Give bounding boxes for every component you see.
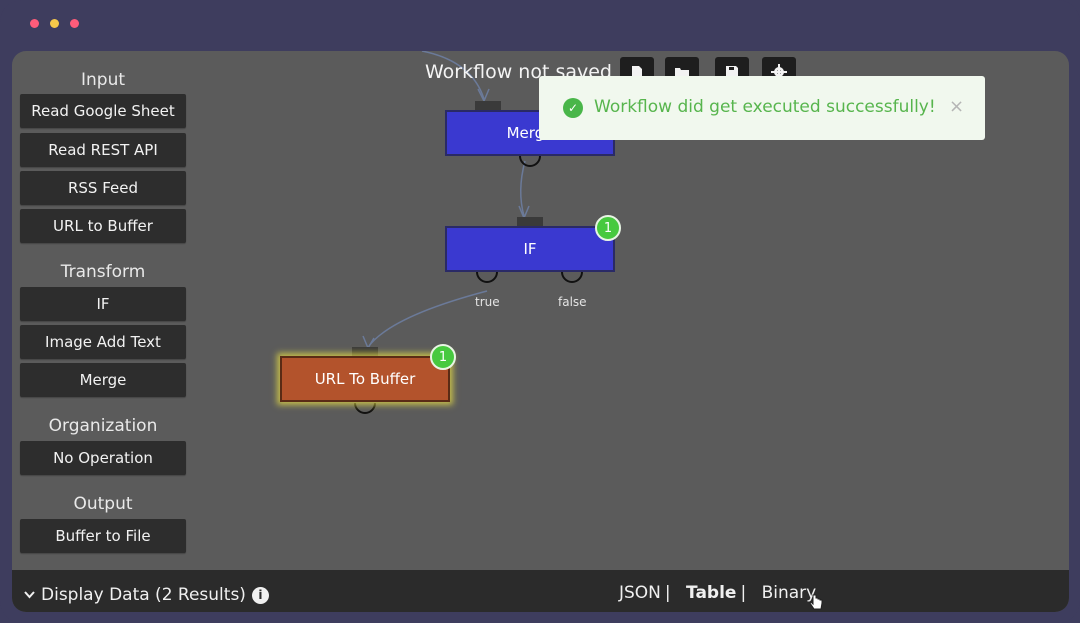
arrowhead-merge: [477, 88, 490, 103]
if-false-label: false: [558, 295, 587, 309]
maximize-window-button[interactable]: [70, 19, 79, 28]
merge-input-port[interactable]: [475, 101, 501, 110]
merge-output-handle: [519, 155, 541, 167]
url-buffer-output-handle: [354, 402, 376, 414]
palette-rss-feed[interactable]: RSS Feed: [20, 171, 186, 205]
tab-separator: |: [664, 583, 671, 603]
node-if-label: IF: [523, 240, 537, 258]
display-data-label: Display Data (2 Results): [41, 585, 246, 605]
if-input-port[interactable]: [517, 217, 543, 226]
palette-merge[interactable]: Merge: [20, 363, 186, 397]
if-true-label: true: [475, 295, 500, 309]
section-title-output: Output: [73, 494, 133, 514]
palette-image-add-text[interactable]: Image Add Text: [20, 325, 186, 359]
tab-separator: |: [740, 583, 747, 603]
edge-merge-to-if: [520, 160, 526, 217]
section-title-input: Input: [80, 70, 126, 90]
window-controls: [30, 19, 79, 28]
palette-read-rest-api[interactable]: Read REST API: [20, 133, 186, 167]
info-icon[interactable]: i: [251, 586, 269, 604]
data-view-tabs: JSON | Table | Binary: [619, 583, 816, 603]
url-buffer-input-port[interactable]: [352, 347, 378, 356]
toast-message: Workflow did get executed successfully!: [594, 97, 936, 117]
node-if-result-badge: 1: [595, 215, 621, 241]
hand-cursor-icon: [809, 594, 823, 610]
check-circle-icon: ✓: [563, 98, 583, 118]
close-icon[interactable]: ×: [949, 96, 964, 117]
app-window: Input Read Google Sheet Read REST API RS…: [0, 0, 1080, 623]
node-if[interactable]: IF: [445, 226, 615, 272]
close-window-button[interactable]: [30, 19, 39, 28]
palette-buffer-to-file[interactable]: Buffer to File: [20, 519, 186, 553]
palette-url-to-buffer[interactable]: URL to Buffer: [20, 209, 186, 243]
display-data-bar: Display Data (2 Results) i JSON | Table | …: [12, 570, 1069, 612]
section-title-organization: Organization: [48, 416, 158, 436]
minimize-window-button[interactable]: [50, 19, 59, 28]
if-false-output-handle: [561, 271, 583, 283]
workflow-editor: Input Read Google Sheet Read REST API RS…: [12, 51, 1069, 612]
node-url-to-buffer-label: URL To Buffer: [314, 370, 416, 388]
if-true-output-handle: [476, 271, 498, 283]
palette-if[interactable]: IF: [20, 287, 186, 321]
tab-table[interactable]: Table: [686, 583, 736, 603]
chevron-down-icon: [24, 591, 35, 599]
palette-no-operation[interactable]: No Operation: [20, 441, 186, 475]
tab-json[interactable]: JSON: [619, 583, 661, 603]
section-title-transform: Transform: [60, 262, 146, 282]
node-url-to-buffer-result-badge: 1: [430, 344, 456, 370]
display-data-toggle[interactable]: Display Data (2 Results) i: [24, 585, 269, 605]
edge-if-true-to-url-buffer: [368, 290, 488, 347]
palette-read-google-sheet[interactable]: Read Google Sheet: [20, 94, 186, 128]
node-url-to-buffer[interactable]: URL To Buffer: [280, 356, 450, 402]
success-toast: ✓ Workflow did get executed successfully…: [539, 76, 985, 140]
